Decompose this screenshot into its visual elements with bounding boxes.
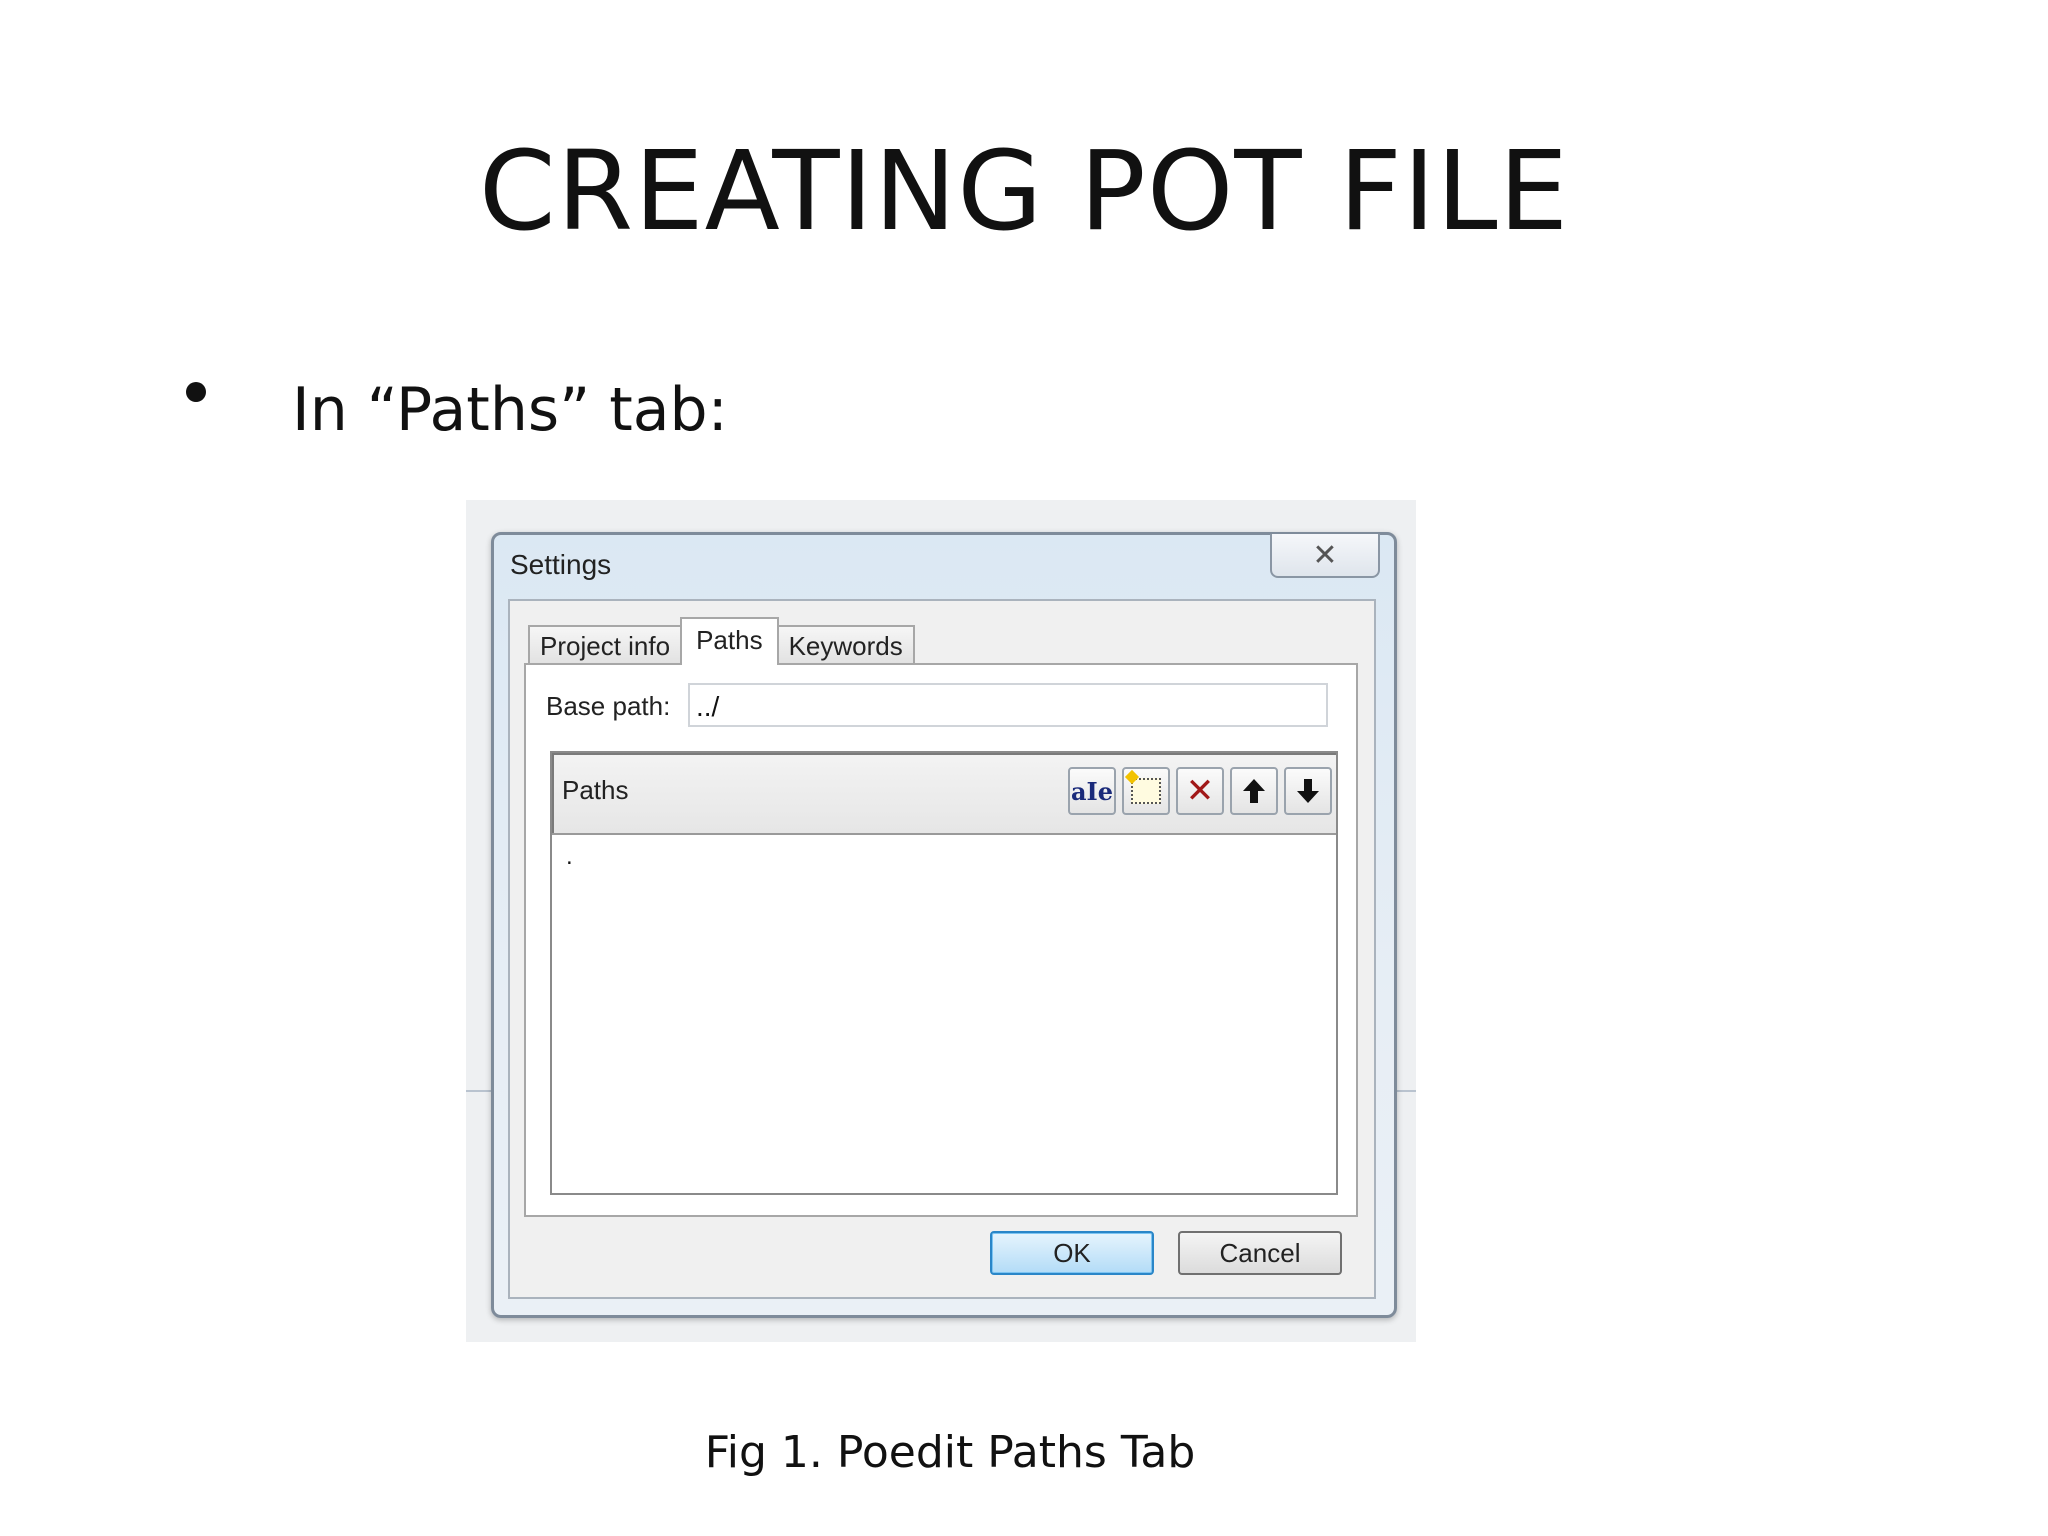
move-down-icon — [1297, 779, 1319, 803]
tab-bar: Project info Paths Keywords — [528, 617, 915, 665]
tab-keywords[interactable]: Keywords — [776, 625, 915, 665]
edit-item-button[interactable]: aIe — [1068, 767, 1116, 815]
move-up-icon — [1243, 779, 1265, 803]
paths-list-title: Paths — [562, 775, 629, 805]
tab-paths[interactable]: Paths — [680, 617, 779, 665]
ok-button[interactable]: OK — [990, 1231, 1154, 1275]
slide-title: CREATING POT FILE — [478, 127, 1570, 255]
paths-list-box: Paths aIe ✕ . — [550, 751, 1338, 1195]
list-item[interactable]: . — [566, 843, 573, 871]
base-path-label: Base path: — [546, 691, 671, 721]
paths-toolbar: aIe ✕ — [1068, 767, 1332, 815]
new-item-icon — [1131, 778, 1161, 804]
close-icon: ✕ — [1312, 538, 1338, 572]
paths-list-header: Paths aIe ✕ — [552, 753, 1336, 835]
delete-item-button[interactable]: ✕ — [1176, 767, 1224, 815]
edit-item-icon: aIe — [1070, 776, 1114, 806]
move-up-button[interactable] — [1230, 767, 1278, 815]
screenshot-figure: Settings ✕ Project info Paths Keywords B… — [466, 500, 1416, 1342]
paths-tab-panel: Base path: ../ Paths aIe ✕ . — [524, 663, 1358, 1217]
base-path-input[interactable]: ../ — [688, 683, 1328, 727]
delete-item-icon: ✕ — [1185, 772, 1215, 810]
close-button[interactable]: ✕ — [1270, 534, 1380, 578]
figure-caption: Fig 1. Poedit Paths Tab — [704, 1427, 1196, 1478]
move-down-button[interactable] — [1284, 767, 1332, 815]
tab-project-info[interactable]: Project info — [528, 625, 683, 665]
new-item-button[interactable] — [1122, 767, 1170, 815]
dialog-title: Settings — [510, 549, 612, 580]
cancel-button[interactable]: Cancel — [1178, 1231, 1342, 1275]
settings-dialog: Settings ✕ Project info Paths Keywords B… — [491, 532, 1397, 1318]
dialog-client-area: Project info Paths Keywords Base path: .… — [508, 599, 1376, 1299]
bullet-dot — [186, 382, 206, 402]
bullet-text: In “Paths” tab: — [292, 375, 728, 445]
background-line-left — [466, 1090, 492, 1092]
